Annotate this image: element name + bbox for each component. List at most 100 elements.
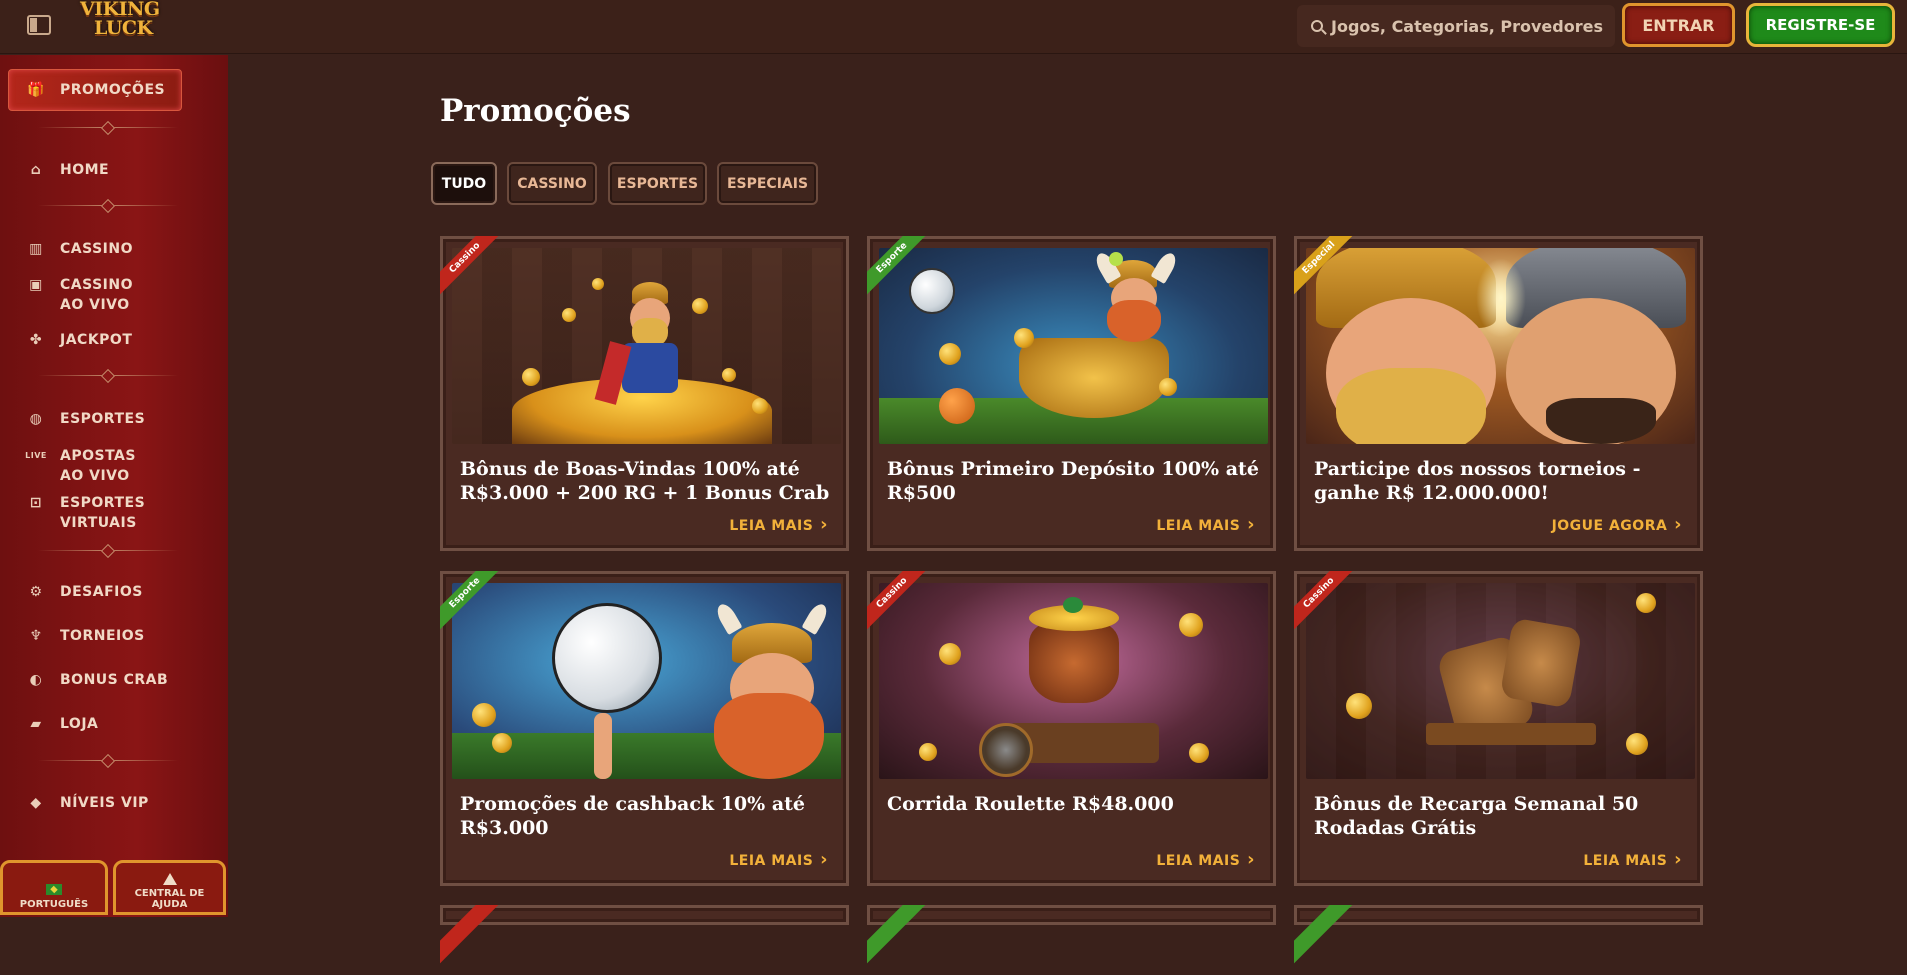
sidebar-item-label: Níveis VIP	[60, 795, 149, 811]
sidebar-item-label: Jackpot	[60, 332, 133, 348]
divider	[38, 550, 178, 551]
sidebar-item-label: Bonus Crab	[60, 672, 169, 688]
promo-card-partial[interactable]	[440, 905, 849, 965]
promo-image	[879, 248, 1268, 444]
sidebar-toggle-icon[interactable]	[27, 15, 51, 35]
logo-line-2: LUCK	[94, 17, 153, 39]
category-ribbon-label: Cassino	[1294, 571, 1357, 631]
sidebar-item-home[interactable]: ⌂ Home	[28, 160, 109, 180]
promo-card[interactable]: Especial Participe dos nossos torneios -…	[1294, 236, 1703, 551]
register-button[interactable]: REGISTRE-SE	[1746, 3, 1895, 47]
promo-card[interactable]: Esporte Bônus Primeiro Depósito 100% até…	[867, 236, 1276, 551]
promo-card[interactable]: Esporte Promoções de cashback 10% até R$…	[440, 571, 849, 886]
warning-icon	[162, 873, 177, 885]
category-ribbon	[867, 905, 937, 975]
read-more-link[interactable]: LEIA MAIS	[729, 514, 828, 535]
sidebar-item-label: Cassino	[60, 241, 133, 257]
live-icon: LIVE	[25, 451, 47, 460]
help-center-button[interactable]: CENTRAL DE AJUDA	[113, 860, 226, 915]
divider	[38, 127, 178, 128]
brazil-flag-icon	[46, 884, 62, 895]
read-more-link[interactable]: LEIA MAIS	[729, 849, 828, 870]
main-content: Promoções TUDO CASSINO ESPORTES ESPECIAI…	[228, 55, 1907, 965]
sidebar-item-bonus-crab[interactable]: ◐ Bonus Crab	[28, 670, 168, 690]
language-button[interactable]: PORTUGUÊS	[0, 860, 108, 915]
search-input[interactable]: Jogos, Categorias, Provedores	[1297, 5, 1615, 47]
sidebar-item-label: Torneios	[60, 628, 145, 644]
promo-card[interactable]: Cassino Corrida Roulette R$48.000 LEIA M…	[867, 571, 1276, 886]
category-ribbon: Cassino	[867, 571, 937, 641]
sidebar-item-niveis-vip[interactable]: ◆ Níveis VIP	[28, 793, 149, 813]
tab-cassino[interactable]: CASSINO	[507, 162, 597, 205]
tab-esportes[interactable]: ESPORTES	[608, 162, 707, 205]
home-icon: ⌂	[30, 162, 42, 178]
sidebar-item-apostas-ao-vivo[interactable]: LIVE Apostas ao vivo	[25, 446, 178, 486]
promo-card-partial[interactable]	[867, 905, 1276, 965]
promo-title: Promoções de cashback 10% até R$3.000	[460, 793, 805, 839]
sidebar-item-promocoes[interactable]: 🎁 Promoções	[27, 80, 166, 100]
gear-icon: ⚙	[29, 584, 43, 600]
promo-title: Participe dos nossos torneios - ganhe R$…	[1314, 458, 1641, 504]
tab-especiais[interactable]: ESPECIAIS	[717, 162, 818, 205]
sidebar-item-desafios[interactable]: ⚙ Desafios	[28, 582, 143, 602]
help-label-line-1: CENTRAL DE	[134, 888, 205, 899]
promo-image	[452, 248, 841, 444]
category-ribbon: Cassino	[440, 236, 510, 306]
category-ribbon-label: Especial	[1294, 236, 1357, 296]
slot-machine-icon: ▥	[29, 241, 43, 257]
category-ribbon: Especial	[1294, 236, 1364, 306]
sidebar-item-label: Esportes	[60, 411, 146, 427]
logo[interactable]: VIKING LUCK	[80, 0, 180, 48]
sidebar-item-label: Apostas ao vivo	[60, 448, 136, 484]
category-ribbon: Cassino	[1294, 571, 1364, 641]
category-ribbon: Esporte	[867, 236, 937, 306]
language-label: PORTUGUÊS	[19, 899, 89, 910]
promo-title: Bônus Primeiro Depósito 100% até R$500	[887, 458, 1259, 504]
login-button[interactable]: ENTRAR	[1622, 3, 1735, 47]
page-title: Promoções	[440, 93, 631, 129]
divider	[38, 375, 178, 376]
sidebar-item-label: Home	[60, 162, 110, 178]
sidebar-item-torneios[interactable]: ♆ Torneios	[28, 626, 145, 646]
gift-icon: 🎁	[27, 82, 45, 98]
category-ribbon	[440, 905, 510, 975]
promo-title: Corrida Roulette R$48.000	[887, 793, 1174, 815]
sidebar-item-jackpot[interactable]: ✤ Jackpot	[28, 330, 132, 350]
sidebar-item-label: Desafios	[60, 584, 143, 600]
bag-icon: ▰	[30, 716, 42, 732]
crab-icon: ◐	[29, 672, 43, 688]
category-ribbon: Esporte	[440, 571, 510, 641]
sidebar-item-cassino-ao-vivo[interactable]: ▣ Cassino ao vivo	[28, 275, 168, 315]
sidebar-item-label: Esportes virtuais	[60, 495, 146, 531]
read-more-link[interactable]: LEIA MAIS	[1156, 849, 1255, 870]
play-now-link[interactable]: JOGUE AGORA	[1552, 514, 1682, 535]
read-more-link[interactable]: LEIA MAIS	[1583, 849, 1682, 870]
read-more-link[interactable]: LEIA MAIS	[1156, 514, 1255, 535]
sidebar-item-esportes[interactable]: ◍ Esportes	[28, 409, 145, 429]
promo-image	[879, 583, 1268, 779]
help-label-line-2: AJUDA	[151, 899, 188, 910]
category-ribbon-label: Esporte	[440, 571, 503, 631]
sidebar-item-label: Promoções	[60, 82, 166, 98]
promo-card[interactable]: Cassino Bônus de Boas-Vindas 100% até R$…	[440, 236, 849, 551]
sidebar-item-label: Loja	[60, 716, 99, 732]
top-bar: VIKING LUCK Jogos, Categorias, Provedore…	[0, 0, 1907, 54]
tab-tudo[interactable]: TUDO	[431, 162, 497, 205]
promo-title: Bônus de Boas-Vindas 100% até R$3.000 + …	[460, 458, 830, 504]
sidebar-item-loja[interactable]: ▰ Loja	[28, 714, 98, 734]
promo-card-partial[interactable]	[1294, 905, 1703, 965]
trophy-icon: ♆	[29, 628, 43, 644]
sidebar: 🎁 Promoções ⌂ Home ▥ Cassino ▣ Cassino a…	[0, 55, 228, 917]
cards-icon: ▣	[29, 277, 43, 293]
diamond-icon: ◆	[30, 795, 42, 811]
ball-icon: ◍	[29, 411, 43, 427]
promo-image	[1306, 583, 1695, 779]
clover-icon: ✤	[29, 332, 43, 348]
search-icon	[1311, 20, 1323, 32]
divider	[38, 760, 178, 761]
sidebar-item-esportes-virtuais[interactable]: ⊡ Esportes virtuais	[28, 493, 178, 533]
promo-card[interactable]: Cassino Bônus de Recarga Semanal 50 Roda…	[1294, 571, 1703, 886]
sidebar-item-cassino[interactable]: ▥ Cassino	[28, 239, 133, 259]
category-ribbon-label: Cassino	[867, 571, 930, 631]
search-placeholder: Jogos, Categorias, Provedores	[1331, 16, 1603, 36]
